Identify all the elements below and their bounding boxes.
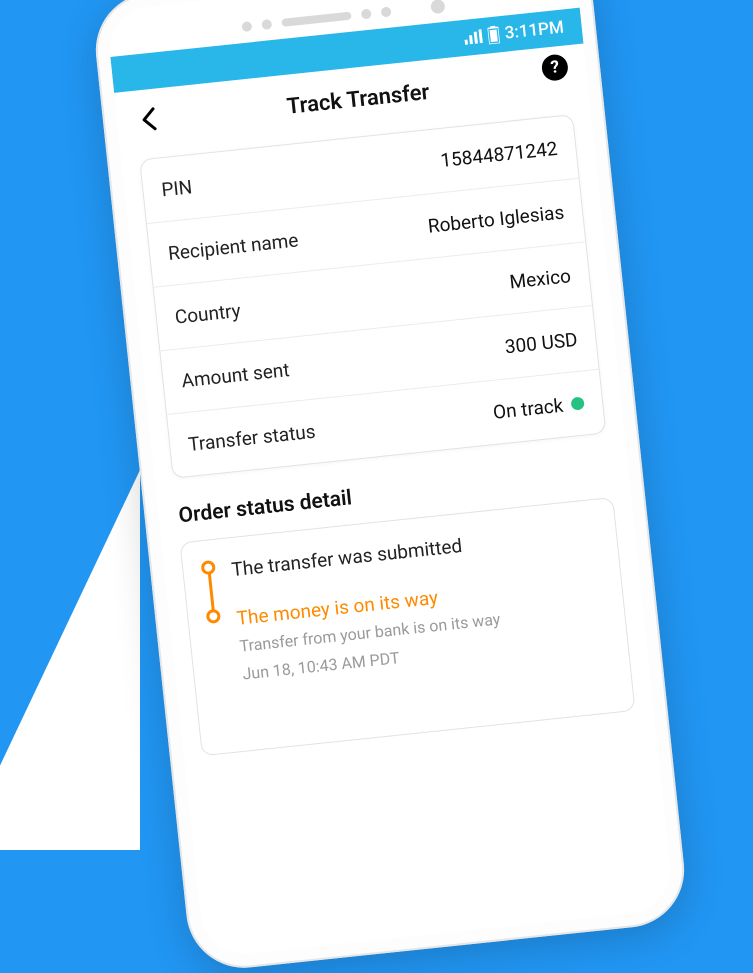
- detail-label: Recipient name: [167, 228, 299, 265]
- battery-icon: [487, 25, 500, 44]
- timeline-connector: [207, 572, 214, 611]
- timeline-title: The transfer was submitted: [230, 520, 600, 582]
- transfer-details-card: PIN 15844871242 Recipient name Roberto I…: [139, 114, 606, 479]
- phone-frame: 3:11PM Track Transfer ? PIN 15844871242 …: [90, 0, 690, 973]
- detail-value: On track: [492, 394, 565, 424]
- detail-label: Transfer status: [187, 420, 317, 456]
- background-shape: [0, 470, 140, 850]
- status-bar-time: 3:11PM: [504, 18, 565, 44]
- timeline-marker-icon: [206, 609, 221, 624]
- detail-value: Roberto Iglesias: [427, 201, 566, 238]
- detail-value: Mexico: [508, 264, 572, 293]
- status-indicator-icon: [570, 396, 584, 410]
- detail-value: 300 USD: [504, 328, 579, 358]
- detail-label: Amount sent: [180, 358, 290, 392]
- phone-side-button: [625, 304, 640, 394]
- question-icon: ?: [550, 57, 561, 78]
- order-status-card: The transfer was submitted The money is …: [179, 497, 635, 757]
- timeline-marker-icon: [201, 560, 216, 575]
- detail-label: PIN: [160, 175, 193, 201]
- detail-value: 15844871242: [439, 137, 558, 172]
- signal-icon: [463, 29, 482, 45]
- detail-label: Country: [174, 299, 242, 329]
